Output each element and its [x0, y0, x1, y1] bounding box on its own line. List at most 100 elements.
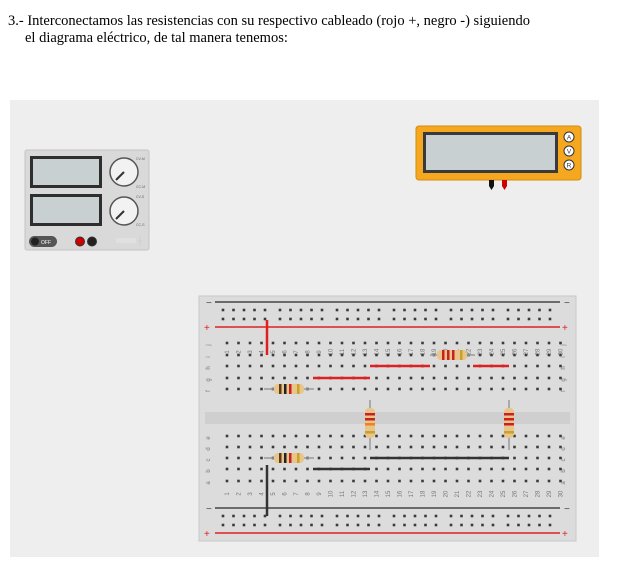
breadboard-hole[interactable] — [470, 308, 474, 312]
breadboard-hole[interactable] — [478, 376, 482, 380]
breadboard-hole[interactable] — [221, 523, 225, 527]
breadboard-hole[interactable] — [263, 317, 267, 321]
breadboard-hole[interactable] — [513, 376, 516, 380]
breadboard-hole[interactable] — [470, 523, 474, 527]
breadboard-hole[interactable] — [527, 523, 531, 527]
breadboard-hole[interactable] — [386, 467, 390, 471]
breadboard-hole[interactable] — [524, 467, 528, 471]
breadboard-hole[interactable] — [242, 514, 246, 518]
breadboard-hole[interactable] — [478, 434, 482, 438]
breadboard-hole[interactable] — [225, 445, 229, 449]
breadboard-hole[interactable] — [237, 456, 240, 460]
breadboard-hole[interactable] — [356, 523, 360, 527]
breadboard-hole[interactable] — [283, 341, 286, 345]
breadboard-hole[interactable] — [253, 523, 256, 527]
breadboard-hole[interactable] — [310, 308, 313, 312]
breadboard-hole[interactable] — [278, 523, 282, 527]
breadboard-hole[interactable] — [444, 376, 447, 380]
breadboard-hole[interactable] — [413, 317, 417, 321]
breadboard[interactable]: − + − + − + − + 112233445566778899101011… — [198, 295, 577, 542]
breadboard-hole[interactable] — [260, 434, 263, 438]
breadboard-hole[interactable] — [524, 341, 528, 345]
breadboard-hole[interactable] — [248, 456, 252, 460]
breadboard-hole[interactable] — [467, 376, 470, 380]
breadboard-hole[interactable] — [232, 317, 235, 321]
breadboard-hole[interactable] — [501, 376, 505, 380]
breadboard-hole[interactable] — [547, 376, 551, 380]
breadboard-hole[interactable] — [513, 341, 516, 345]
breadboard-hole[interactable] — [467, 445, 470, 449]
breadboard-hole[interactable] — [517, 317, 520, 321]
breadboard-hole[interactable] — [467, 341, 470, 345]
breadboard-hole[interactable] — [403, 514, 406, 518]
breadboard-hole[interactable] — [248, 467, 252, 471]
probe-red[interactable] — [502, 180, 507, 190]
breadboard-hole[interactable] — [232, 523, 235, 527]
breadboard-hole[interactable] — [232, 308, 235, 312]
breadboard-hole[interactable] — [434, 514, 438, 518]
breadboard-hole[interactable] — [432, 364, 436, 368]
breadboard-hole[interactable] — [398, 376, 401, 380]
breadboard-hole[interactable] — [263, 523, 267, 527]
breadboard-hole[interactable] — [548, 523, 552, 527]
breadboard-hole[interactable] — [470, 317, 474, 321]
breadboard-hole[interactable] — [335, 523, 339, 527]
breadboard-hole[interactable] — [424, 514, 427, 518]
breadboard-hole[interactable] — [432, 387, 436, 391]
breadboard-hole[interactable] — [392, 308, 396, 312]
breadboard-hole[interactable] — [536, 434, 539, 438]
breadboard-hole[interactable] — [455, 445, 459, 449]
breadboard-hole[interactable] — [524, 445, 528, 449]
breadboard-hole[interactable] — [237, 376, 240, 380]
breadboard-hole[interactable] — [559, 387, 562, 391]
breadboard-hole[interactable] — [363, 364, 367, 368]
breadboard-hole[interactable] — [470, 514, 474, 518]
breadboard-hole[interactable] — [294, 467, 298, 471]
breadboard-hole[interactable] — [547, 467, 551, 471]
voltage-knob[interactable] — [109, 157, 139, 187]
breadboard-hole[interactable] — [346, 308, 349, 312]
breadboard-hole[interactable] — [225, 387, 229, 391]
breadboard-hole[interactable] — [248, 376, 252, 380]
breadboard-hole[interactable] — [278, 514, 282, 518]
breadboard-hole[interactable] — [299, 308, 303, 312]
breadboard-hole[interactable] — [449, 308, 453, 312]
breadboard-hole[interactable] — [434, 308, 438, 312]
breadboard-hole[interactable] — [501, 467, 505, 471]
breadboard-hole[interactable] — [232, 514, 235, 518]
mode-ohmmeter-button[interactable]: R — [563, 159, 575, 171]
breadboard-hole[interactable] — [237, 467, 240, 471]
breadboard-hole[interactable] — [490, 467, 493, 471]
breadboard-hole[interactable] — [524, 434, 528, 438]
breadboard-hole[interactable] — [444, 467, 447, 471]
breadboard-hole[interactable] — [299, 514, 303, 518]
breadboard-hole[interactable] — [547, 387, 551, 391]
breadboard-hole[interactable] — [375, 341, 378, 345]
breadboard-hole[interactable] — [413, 523, 417, 527]
breadboard-hole[interactable] — [398, 445, 401, 449]
breadboard-hole[interactable] — [524, 387, 528, 391]
breadboard-hole[interactable] — [413, 308, 417, 312]
breadboard-hole[interactable] — [271, 467, 275, 471]
breadboard-hole[interactable] — [340, 445, 344, 449]
breadboard-hole[interactable] — [260, 479, 263, 483]
breadboard-hole[interactable] — [490, 434, 493, 438]
breadboard-hole[interactable] — [481, 308, 484, 312]
breadboard-hole[interactable] — [547, 364, 551, 368]
breadboard-hole[interactable] — [409, 387, 413, 391]
breadboard-hole[interactable] — [449, 523, 453, 527]
breadboard-hole[interactable] — [421, 479, 424, 483]
breadboard-hole[interactable] — [432, 445, 436, 449]
breadboard-hole[interactable] — [455, 364, 459, 368]
breadboard-hole[interactable] — [478, 341, 482, 345]
breadboard-hole[interactable] — [237, 479, 240, 483]
breadboard-hole[interactable] — [513, 445, 516, 449]
breadboard-hole[interactable] — [306, 376, 309, 380]
breadboard-hole[interactable] — [225, 376, 229, 380]
breadboard-hole[interactable] — [460, 317, 463, 321]
breadboard-hole[interactable] — [375, 467, 378, 471]
breadboard-hole[interactable] — [455, 387, 459, 391]
breadboard-hole[interactable] — [432, 434, 436, 438]
breadboard-hole[interactable] — [478, 387, 482, 391]
breadboard-hole[interactable] — [294, 445, 298, 449]
